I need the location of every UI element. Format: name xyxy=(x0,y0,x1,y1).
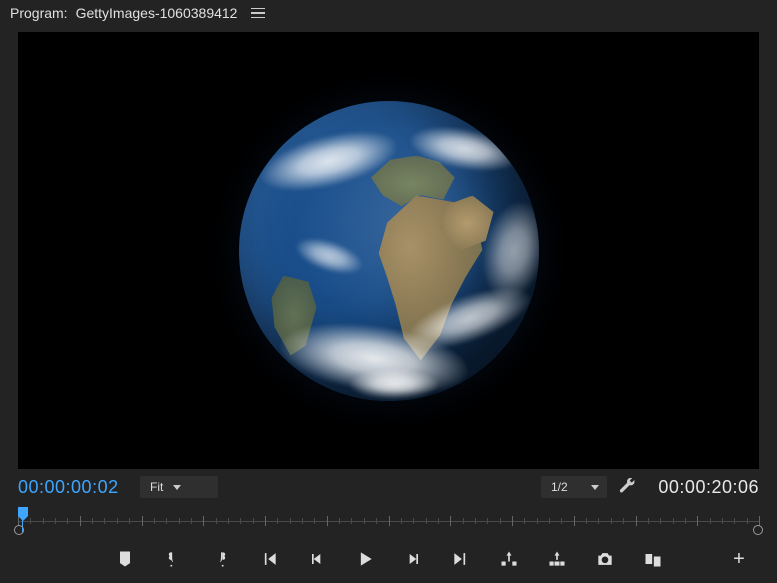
viewer-area xyxy=(0,26,777,469)
lift-button[interactable] xyxy=(495,545,523,573)
zoom-handle-left[interactable] xyxy=(14,525,24,535)
program-monitor-panel: Program: GettyImages-1060389412 00:00: xyxy=(0,0,777,583)
panel-title-prefix: Program: xyxy=(10,5,68,21)
playback-resolution-select[interactable]: 1/2 xyxy=(541,476,607,498)
mark-in-button[interactable] xyxy=(159,545,187,573)
comparison-icon xyxy=(643,549,663,569)
step-forward-button[interactable] xyxy=(399,545,427,573)
lift-icon xyxy=(499,549,519,569)
step-forward-icon xyxy=(403,549,423,569)
settings-button[interactable] xyxy=(617,477,637,497)
current-timecode[interactable]: 00:00:00:02 xyxy=(18,477,130,498)
go-to-in-button[interactable] xyxy=(255,545,283,573)
extract-icon xyxy=(547,549,567,569)
go-to-in-icon xyxy=(259,549,279,569)
mini-timeline[interactable] xyxy=(0,505,777,541)
step-back-button[interactable] xyxy=(303,545,331,573)
mark-in-icon xyxy=(163,549,183,569)
go-to-out-button[interactable] xyxy=(447,545,475,573)
duration-timecode: 00:00:20:06 xyxy=(647,477,759,498)
video-frame-earth xyxy=(239,101,539,401)
transport-bar: + xyxy=(0,541,777,583)
controls-row: 00:00:00:02 Fit 1/2 00:00:20:06 xyxy=(0,469,777,505)
comparison-view-button[interactable] xyxy=(639,545,667,573)
button-editor-add[interactable]: + xyxy=(725,545,753,573)
zoom-handle-right[interactable] xyxy=(753,525,763,535)
play-icon xyxy=(355,549,375,569)
program-viewport[interactable] xyxy=(18,32,759,469)
panel-header: Program: GettyImages-1060389412 xyxy=(0,0,777,26)
zoom-level-select[interactable]: Fit xyxy=(140,476,218,498)
camera-icon xyxy=(595,549,615,569)
add-marker-button[interactable] xyxy=(111,545,139,573)
wrench-icon xyxy=(617,477,637,497)
marker-icon xyxy=(115,549,135,569)
playback-resolution-value: 1/2 xyxy=(551,480,568,494)
zoom-level-value: Fit xyxy=(150,480,163,494)
step-back-icon xyxy=(307,549,327,569)
chevron-down-icon xyxy=(173,485,181,490)
panel-menu-icon[interactable] xyxy=(251,8,265,19)
extract-button[interactable] xyxy=(543,545,571,573)
panel-sequence-name: GettyImages-1060389412 xyxy=(76,5,238,21)
mark-out-icon xyxy=(211,549,231,569)
play-button[interactable] xyxy=(351,545,379,573)
chevron-down-icon xyxy=(591,485,599,490)
export-frame-button[interactable] xyxy=(591,545,619,573)
go-to-out-icon xyxy=(451,549,471,569)
timeline-ticks xyxy=(18,515,759,527)
mark-out-button[interactable] xyxy=(207,545,235,573)
